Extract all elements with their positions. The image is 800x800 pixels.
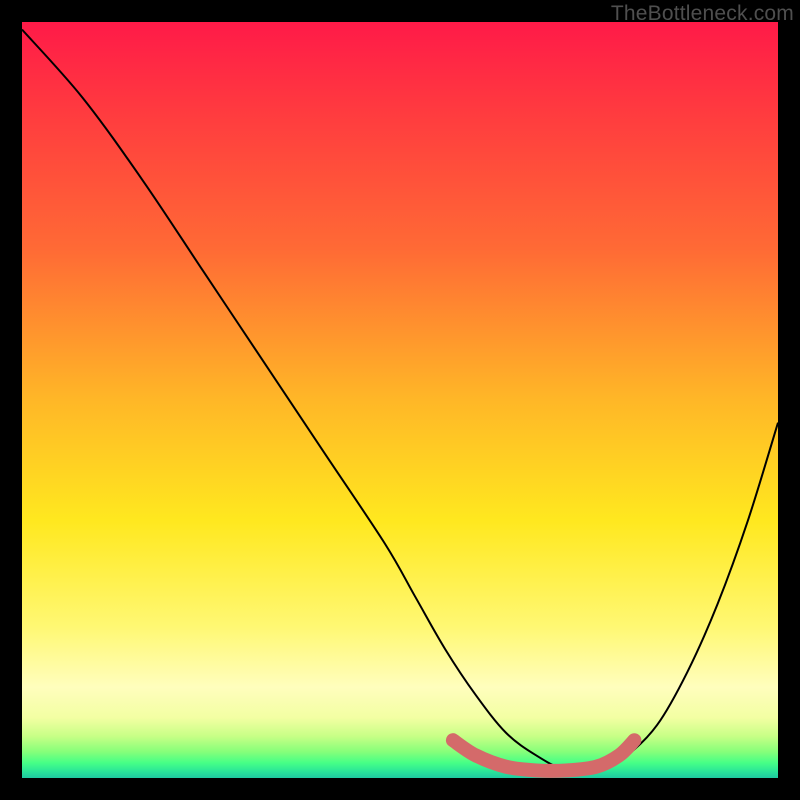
optimal-zone-line xyxy=(453,740,634,771)
chart-overlay xyxy=(22,22,778,778)
bottleneck-curve-line xyxy=(22,30,778,773)
chart-canvas: TheBottleneck.com xyxy=(0,0,800,800)
plot-area xyxy=(22,22,778,778)
